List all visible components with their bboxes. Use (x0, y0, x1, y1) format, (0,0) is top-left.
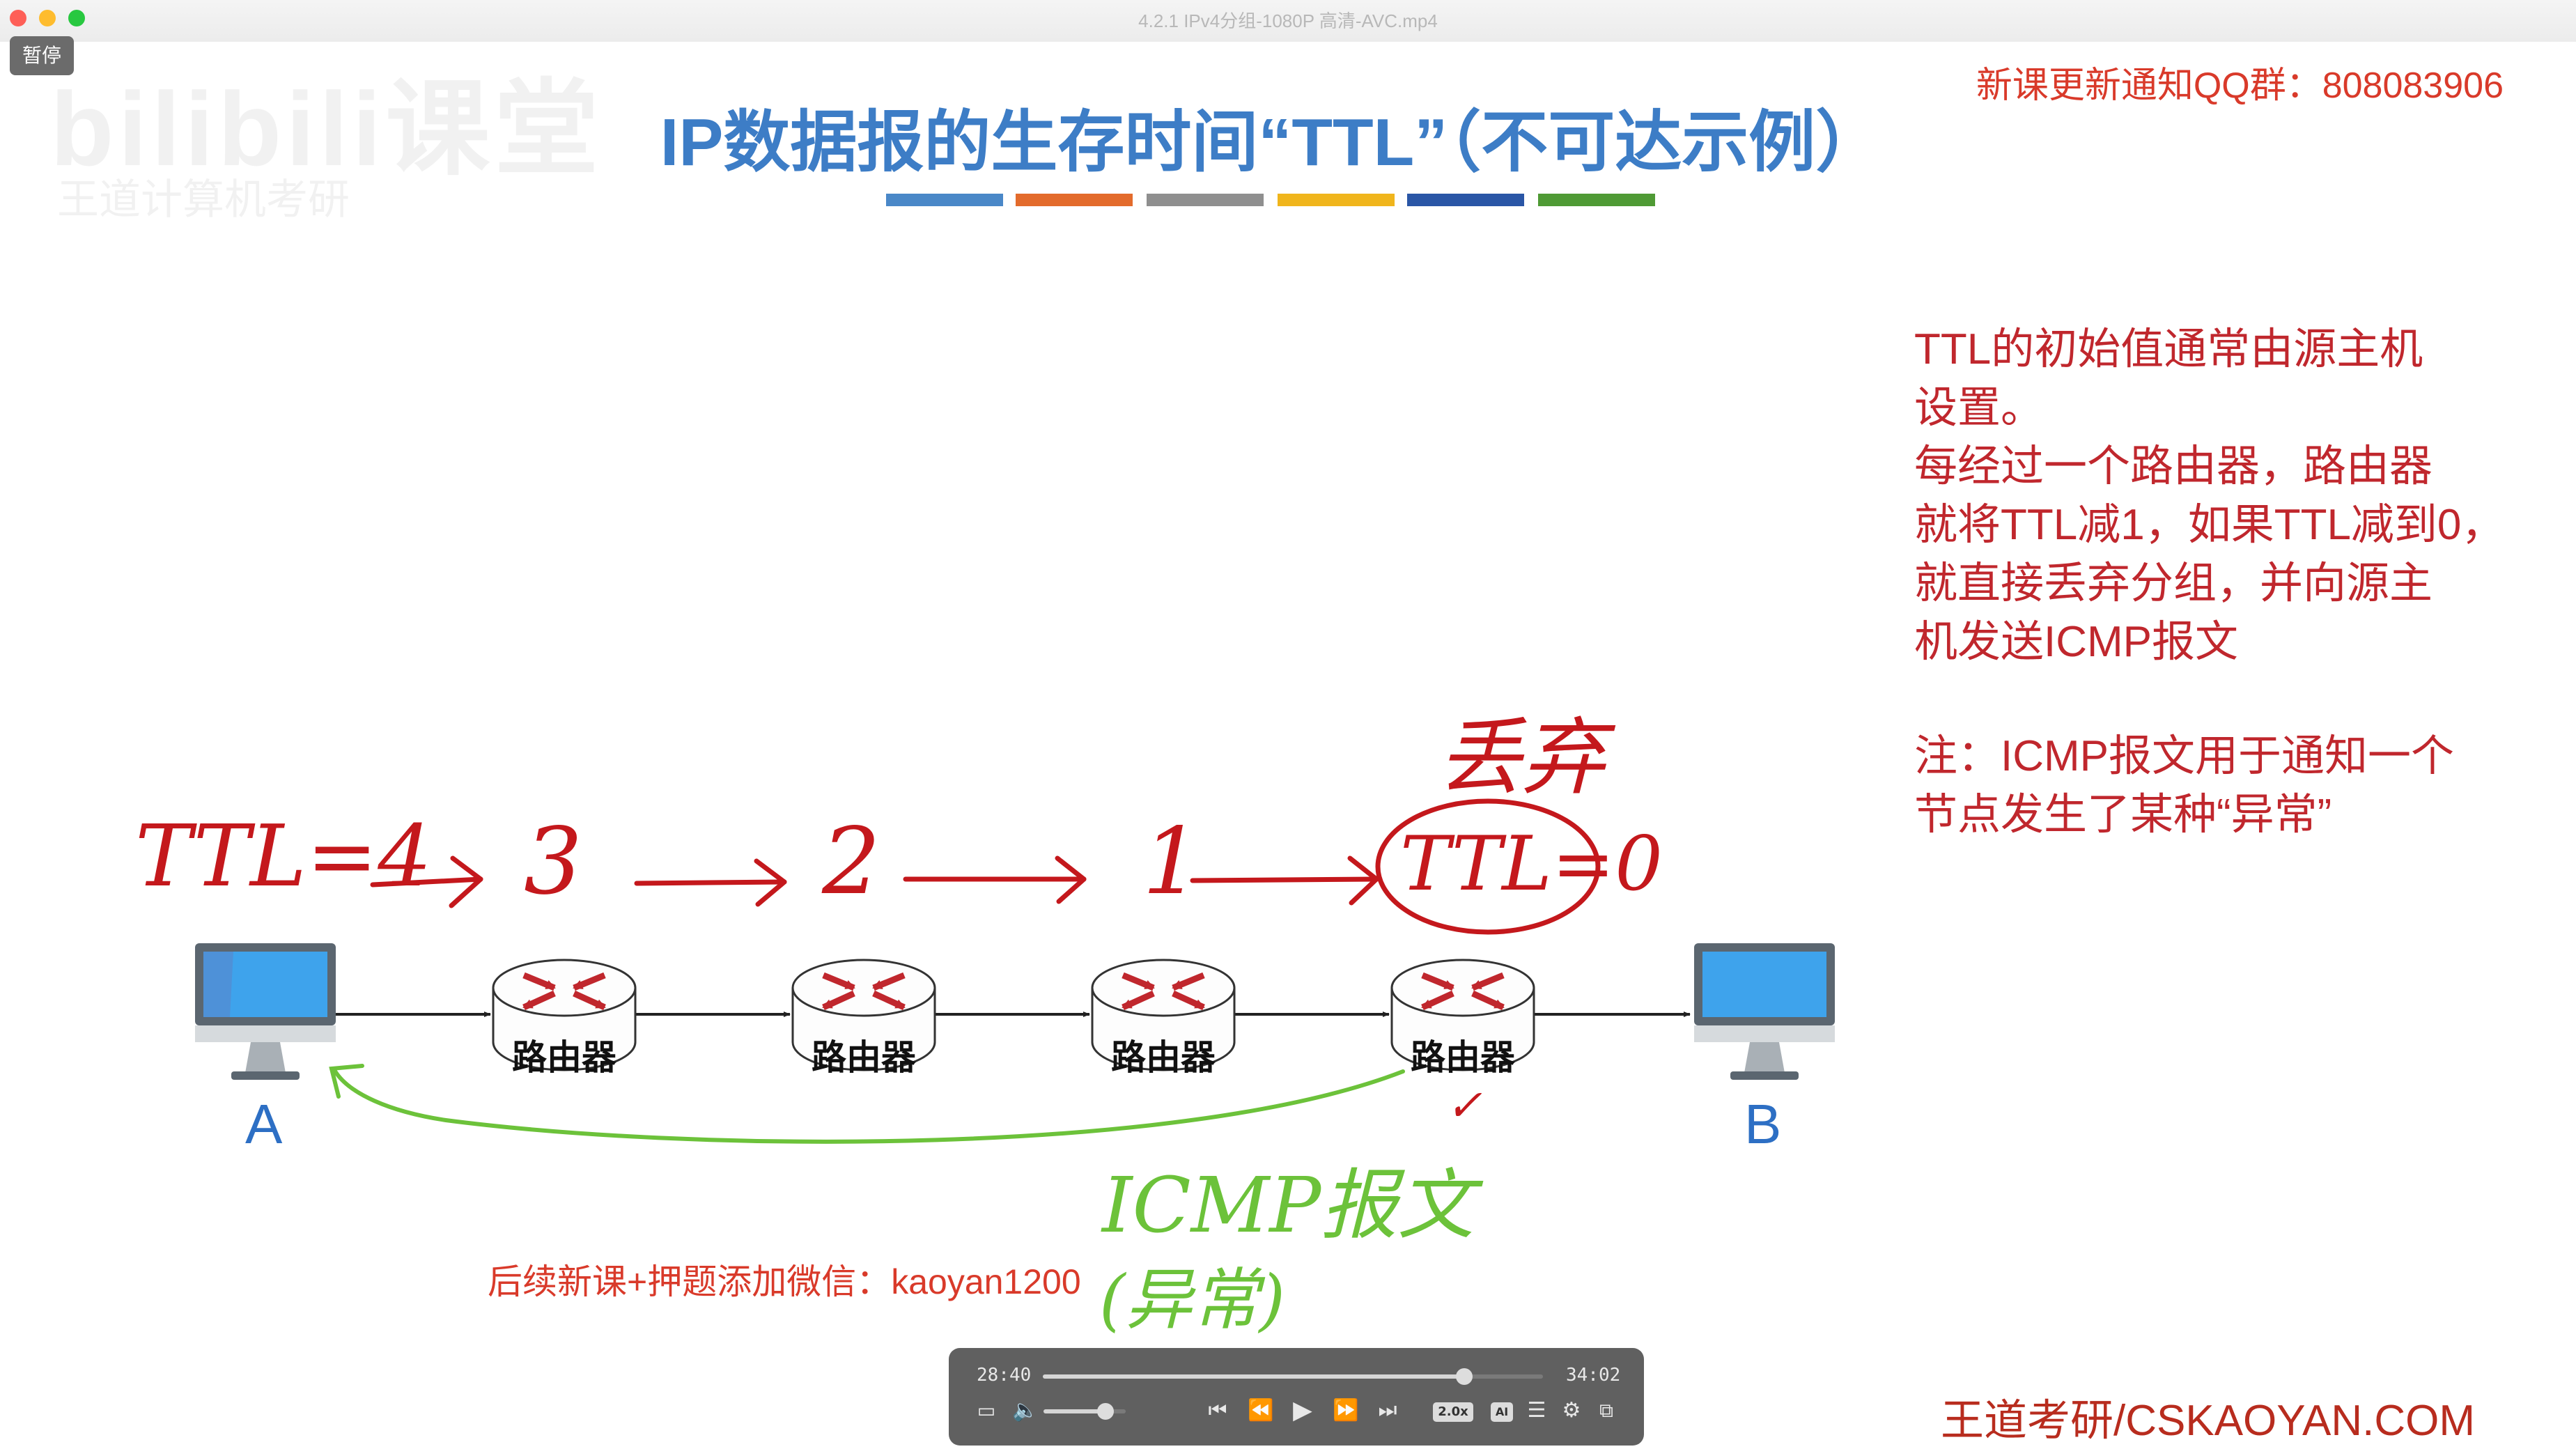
skip-back-icon[interactable]: ⏮ (1201, 1394, 1234, 1427)
pip-icon[interactable]: ⧉ (1590, 1394, 1623, 1427)
volume-slider-fill (1043, 1409, 1105, 1413)
handwritten-check: ✓ (1446, 1080, 1482, 1131)
host-b-label: B (1744, 1093, 1782, 1155)
volume-icon[interactable]: 🔈 (1009, 1394, 1042, 1427)
router-label: 路由器 (1111, 1037, 1216, 1078)
airplay-icon[interactable]: ▭ (970, 1394, 1003, 1427)
seek-bar-fill (1043, 1374, 1464, 1379)
handwritten-hop-2: 2 (822, 808, 880, 915)
wechat-contact: 后续新课+押题添加微信：kaoyan1200 (488, 1262, 1081, 1301)
playlist-icon[interactable]: ☰ (1520, 1394, 1553, 1427)
host-b-computer-icon (1694, 943, 1835, 1080)
host-a-computer-icon (195, 943, 336, 1080)
host-a-label: A (245, 1093, 283, 1155)
handwritten-discard: 丢弃 (1438, 710, 1605, 807)
volume-handle[interactable] (1096, 1403, 1114, 1420)
handwritten-ttl-zero: TTL=0 (1400, 821, 1663, 908)
router-label: 路由器 (812, 1037, 916, 1078)
router-label: 路由器 (512, 1037, 616, 1078)
rewind-icon[interactable]: ⏪ (1244, 1394, 1278, 1427)
brand-footer: 王道考研/CSKAOYAN.COM (1941, 1397, 2476, 1445)
seek-bar[interactable] (1043, 1368, 1543, 1385)
handwritten-icmp-message: ICMP报文 (1102, 1161, 1475, 1250)
handwritten-hop-1: 1 (1142, 808, 1201, 915)
skip-forward-icon[interactable]: ⏭ (1371, 1394, 1404, 1427)
settings-icon[interactable]: ⚙ (1555, 1394, 1588, 1427)
volume-slider[interactable] (1043, 1403, 1126, 1420)
video-player-controls: 28:40 34:02 ▭ 🔈 ⏮ ⏪ ▶ ⏩ ⏭ 2.0x AI ☰ ⚙ ⧉ (949, 1348, 1644, 1446)
fast-forward-icon[interactable]: ⏩ (1329, 1394, 1363, 1427)
play-icon[interactable]: ▶ (1286, 1394, 1319, 1427)
handwritten-abnormal: (异常) (1099, 1261, 1285, 1339)
router-label: 路由器 (1411, 1037, 1515, 1078)
handwritten-hop-3: 3 (524, 808, 582, 915)
seek-handle[interactable] (1455, 1368, 1473, 1385)
speed-badge[interactable]: 2.0x (1433, 1402, 1473, 1422)
ai-badge[interactable]: AI (1491, 1402, 1513, 1422)
handwritten-ttl-start: TTL=4 (135, 807, 432, 906)
current-time: 28:40 (977, 1365, 1032, 1386)
total-time: 34:02 (1566, 1365, 1621, 1386)
